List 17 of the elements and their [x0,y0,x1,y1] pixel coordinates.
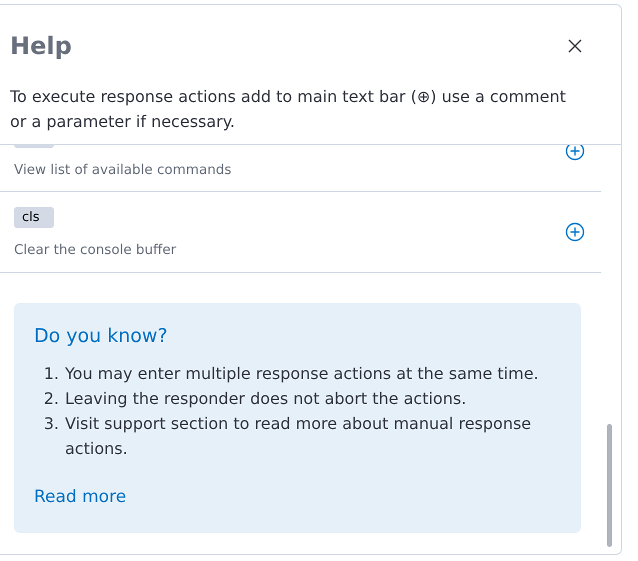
tip-text: Visit support section to read more about manual response actions. [65,413,532,460]
command-description: Clear the console buffer [14,242,178,258]
add-icon[interactable] [565,145,585,161]
tip-text: You may enter multiple response actions at the same time. [65,363,539,385]
tip-text: Leaving the responder does not abort the actions. [65,388,466,410]
list-number: 2. [42,388,60,410]
list-number: 1. [42,363,60,385]
read-more-link[interactable]: Read more [34,487,126,507]
command-description: View list of available commands [14,162,232,178]
list-number: 3. [42,413,60,435]
panel-title: Help [10,32,72,60]
callout-title: Do you know? [34,325,169,347]
add-icon[interactable] [565,222,585,242]
intro-text: To execute response actions add to main text bar (⊕) use a comment or a parameter if necessary. [10,86,567,133]
close-icon[interactable] [568,39,582,53]
scrollbar-thumb[interactable] [607,424,612,547]
command-badge: cls [14,206,54,228]
